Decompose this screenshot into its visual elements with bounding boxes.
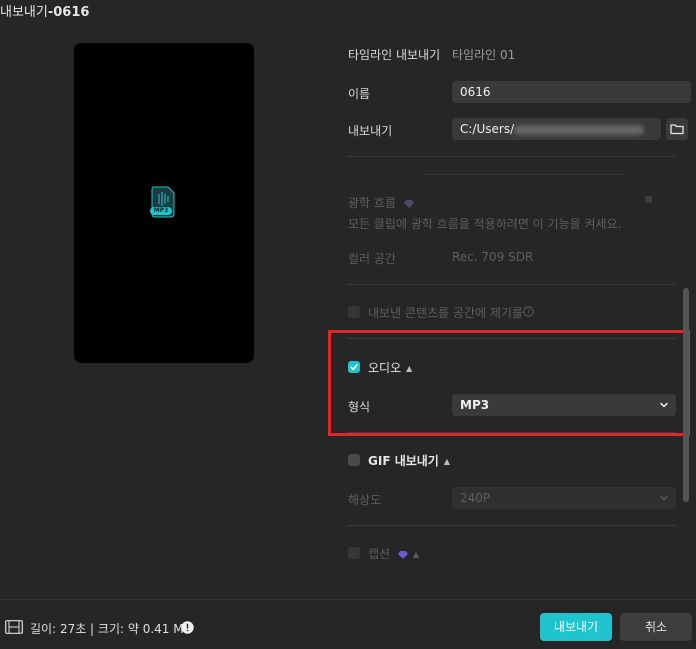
export-info: 길이: 27초 | 크기: 약 0.41 MB bbox=[30, 622, 192, 636]
hdr-label: 내보낸 콘텐츠를 공간에 제기를 bbox=[368, 306, 523, 320]
divider bbox=[347, 525, 676, 526]
alert-icon[interactable] bbox=[181, 621, 194, 634]
divider bbox=[347, 156, 676, 157]
collapse-caret-icon: ▲ bbox=[412, 550, 420, 559]
color-space-label: 컬러 공간 bbox=[348, 252, 396, 266]
captions-section-toggle[interactable]: 캡션 ▲ bbox=[368, 545, 419, 562]
footer-divider bbox=[0, 599, 696, 600]
optical-flow-label: 광학 흐름 bbox=[348, 194, 414, 211]
window-title-prefix: 내보내기 bbox=[0, 5, 48, 20]
optical-flow-description: 모든 클립에 광학 흐름을 적용하려면 이 기능을 켜세요. bbox=[348, 217, 622, 231]
hdr-checkbox[interactable] bbox=[348, 306, 360, 318]
divider bbox=[347, 284, 676, 285]
scrollbar[interactable] bbox=[683, 288, 689, 502]
redacted-path bbox=[514, 124, 645, 135]
gif-resolution-value: 240P bbox=[460, 491, 491, 505]
gif-resolution-select[interactable]: 240P bbox=[452, 487, 676, 509]
export-button[interactable]: 내보내기 bbox=[540, 613, 612, 641]
svg-text:?: ? bbox=[527, 308, 531, 316]
audio-file-icon: MP3 bbox=[150, 186, 176, 218]
optical-flow-label-text: 광학 흐름 bbox=[348, 196, 396, 210]
name-label: 이름 bbox=[348, 87, 371, 101]
help-icon[interactable]: ? bbox=[523, 306, 534, 317]
window-title-name: -0616 bbox=[47, 5, 90, 20]
timeline-value: 타임라인 01 bbox=[452, 48, 516, 62]
gif-resolution-label: 해상도 bbox=[348, 493, 382, 507]
film-icon bbox=[5, 620, 23, 634]
gif-checkbox[interactable] bbox=[348, 454, 360, 466]
gif-section-toggle[interactable]: GIF 내보내기 ▲ bbox=[368, 452, 450, 469]
captions-checkbox[interactable] bbox=[348, 547, 360, 559]
premium-gem-icon bbox=[403, 199, 414, 208]
chevron-down-icon bbox=[660, 495, 668, 501]
gif-label: GIF 내보내기 bbox=[368, 454, 439, 468]
optical-flow-toggle[interactable] bbox=[645, 196, 652, 203]
divider bbox=[347, 432, 676, 433]
premium-gem-icon bbox=[397, 550, 408, 559]
window-title: 내보내기-0616 bbox=[0, 0, 696, 24]
export-path-label: 내보내기 bbox=[348, 124, 393, 138]
highlight-box bbox=[328, 330, 690, 436]
preview-panel: MP3 bbox=[74, 43, 254, 363]
color-space-value: Rec. 709 SDR bbox=[452, 250, 534, 264]
collapse-caret-icon: ▲ bbox=[443, 457, 451, 466]
file-badge: MP3 bbox=[153, 207, 169, 214]
export-path-value: C:/Users/ bbox=[460, 122, 515, 136]
cancel-button[interactable]: 취소 bbox=[620, 613, 692, 641]
timeline-label: 타임라인 내보내기 bbox=[348, 48, 441, 62]
captions-label: 캡션 bbox=[368, 547, 391, 561]
name-input[interactable]: 0616 bbox=[452, 81, 691, 103]
export-path-input[interactable]: C:/Users/ bbox=[452, 118, 661, 140]
folder-icon bbox=[670, 124, 684, 135]
divider bbox=[425, 174, 625, 175]
browse-folder-button[interactable] bbox=[666, 118, 688, 140]
